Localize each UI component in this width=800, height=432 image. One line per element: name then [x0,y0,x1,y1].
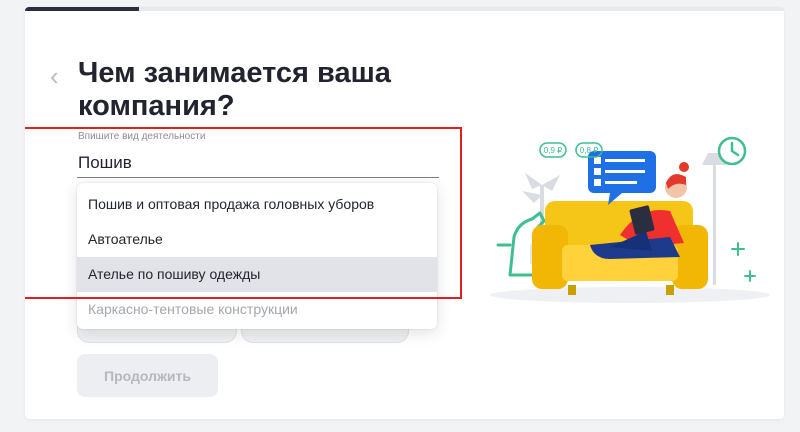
suggestion-option-frame-tent[interactable]: Каркасно-тентовые конструкции [77,292,437,327]
svg-text:0,9 ₽: 0,9 ₽ [544,146,562,155]
illustration-woman-on-sofa: 0,9 ₽ 0,8 ₽ [490,136,770,303]
suggestion-option-clothing-atelier[interactable]: Ателье по пошиву одежды [77,257,437,292]
progress-track [25,7,784,11]
activity-input[interactable] [77,149,439,178]
back-chevron-icon[interactable]: ‹ [50,63,70,89]
chat-checklist-icon [588,151,656,205]
suggestion-dropdown: Пошив и оптовая продажа головных уборов … [77,183,437,329]
svg-text:0,8 ₽: 0,8 ₽ [580,146,598,155]
page-title: Чем занимается ваша компания? [78,57,391,122]
progress-fill [25,7,139,11]
suggestion-option-auto-atelier[interactable]: Автоателье [77,222,437,257]
suggestion-option-hats[interactable]: Пошив и оптовая продажа головных уборов [77,187,437,222]
onboarding-card: ‹ Чем занимается ваша компания? Впишите … [25,7,784,419]
field-label: Впишите вид деятельности [78,131,206,142]
continue-button[interactable]: Продолжить [77,354,218,397]
price-badge: 0,9 ₽ [539,142,567,158]
price-badge: 0,8 ₽ [575,142,603,158]
clock-icon [717,136,747,166]
